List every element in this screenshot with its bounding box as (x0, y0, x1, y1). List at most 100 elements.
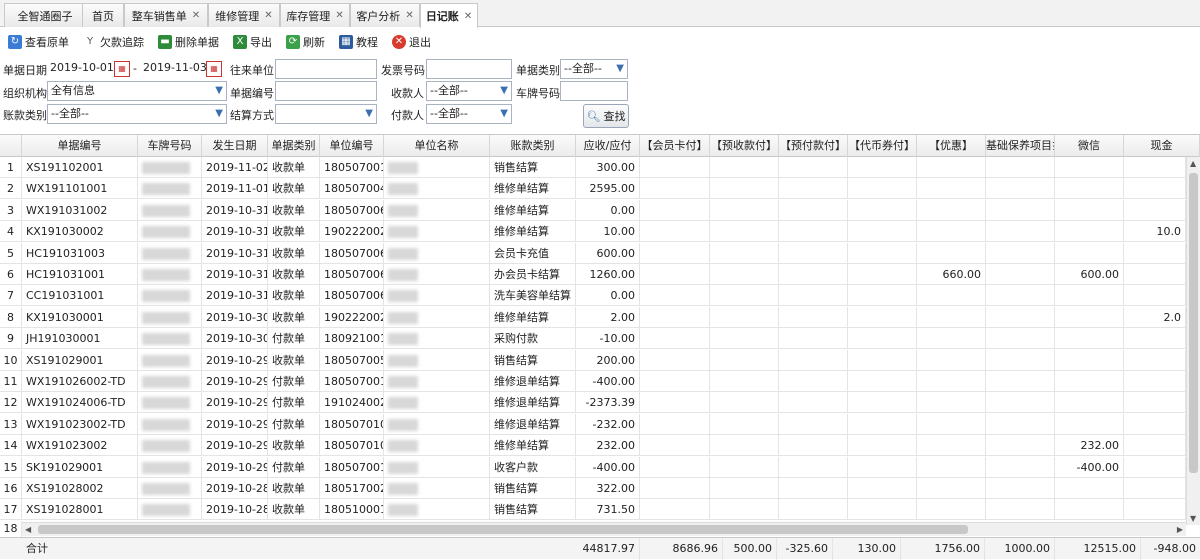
row-number: 5 (0, 242, 22, 264)
doc-number-cell: HC191031003 (22, 242, 138, 264)
scroll-down-icon[interactable]: ▼ (1190, 514, 1196, 523)
invoice-input[interactable] (426, 59, 512, 79)
account-type-cell: 销售结算 (490, 157, 576, 178)
vertical-scrollbar[interactable]: ▲ ▼ (1186, 157, 1200, 525)
redacted-text (388, 418, 418, 431)
unit-name-cell (384, 221, 490, 243)
table-row[interactable]: 5 HC191031003 2019-10-31 收款单 180507006 会员卡充值 6… (0, 242, 1186, 264)
tab-vehicle-sales[interactable]: 整车销售单 ✕ (124, 3, 208, 27)
column-header[interactable]: 单据类别 (268, 135, 320, 157)
payment-cell (640, 178, 710, 200)
table-row[interactable]: 11 WX191026002-TD 2019-10-29 付款单 180507001 维修… (0, 371, 1186, 392)
payment-cell (986, 435, 1055, 457)
column-header[interactable]: 单位名称 (384, 135, 490, 157)
table-row[interactable]: 14 WX191023002 2019-10-29 收款单 180507010 维修单结算… (0, 435, 1186, 457)
horizontal-scrollbar[interactable]: ◀ ▶ (22, 522, 1186, 536)
payer-select[interactable]: --全部-- ▼ (426, 104, 512, 124)
column-header[interactable]: 应收/应付 (576, 135, 640, 157)
unit-name-cell (384, 264, 490, 285)
close-icon[interactable]: ✕ (405, 10, 413, 21)
unit-name-cell (384, 199, 490, 221)
arrears-tracking-button[interactable]: Y 欠款追踪 (83, 34, 144, 50)
plate-cell (138, 499, 202, 521)
column-header[interactable]: 微信 (1055, 135, 1124, 157)
scroll-thumb[interactable] (1189, 173, 1198, 473)
payee-select[interactable]: --全部-- ▼ (426, 81, 512, 101)
docno-input[interactable] (275, 81, 377, 101)
payment-cell (640, 221, 710, 243)
amount-cell: 232.00 (576, 435, 640, 457)
view-original-button[interactable]: ↻ 查看原单 (8, 34, 69, 50)
payment-cell (1124, 328, 1186, 350)
close-icon[interactable]: ✕ (335, 10, 343, 21)
table-row[interactable]: 3 WX191031002 2019-10-31 收款单 180507006 维修单结算 0… (0, 199, 1186, 221)
column-header[interactable]: 账款类别 (490, 135, 576, 157)
doctype-select[interactable]: --全部-- ▼ (560, 59, 628, 79)
unit-code-cell: 180507001 (320, 157, 384, 178)
close-icon[interactable]: ✕ (464, 11, 472, 22)
tab-circle[interactable]: 全智通圈子 (4, 3, 86, 27)
acct-select[interactable]: --全部-- ▼ (47, 104, 227, 124)
refresh-button[interactable]: ⟳ 刷新 (286, 34, 325, 50)
payment-cell (779, 199, 848, 221)
exit-button[interactable]: ✕ 退出 (392, 34, 431, 50)
scroll-left-icon[interactable]: ◀ (25, 525, 31, 534)
table-row[interactable]: 8 KX191030001 2019-10-30 收款单 190222002 维修单结算 2… (0, 306, 1186, 328)
calendar-icon[interactable]: ▦ (206, 61, 222, 77)
table-row[interactable]: 17 XS191028001 2019-10-28 收款单 180510001 销售结算 7… (0, 499, 1186, 521)
tab-customer-analysis[interactable]: 客户分析 ✕ (350, 3, 420, 27)
column-header[interactable]: 【会员卡付】 (640, 135, 710, 157)
settle-select[interactable]: ▼ (275, 104, 377, 124)
column-header[interactable]: 【预收款付】 (710, 135, 779, 157)
close-icon[interactable]: ✕ (192, 10, 200, 21)
tab-journal[interactable]: 日记账 ✕ (420, 3, 478, 28)
table-row[interactable]: 6 HC191031001 2019-10-31 收款单 180507006 办会员卡结算… (0, 264, 1186, 285)
table-row[interactable]: 13 WX191023002-TD 2019-10-29 付款单 180507010 维修… (0, 413, 1186, 435)
column-header[interactable]: 【优惠】 (917, 135, 986, 157)
table-row[interactable]: 16 XS191028002 2019-10-28 收款单 180517002 销售结算 3… (0, 478, 1186, 499)
payment-cell (1124, 178, 1186, 200)
close-icon[interactable]: ✕ (264, 10, 272, 21)
unit-code-cell: 180507010 (320, 413, 384, 435)
table-row[interactable]: 10 XS191029001 2019-10-29 收款单 180507005 销售结算 2… (0, 349, 1186, 371)
column-header[interactable]: 基础保养项目扌 (986, 135, 1055, 157)
delete-document-button[interactable]: ▬ 删除单据 (158, 34, 219, 50)
table-row[interactable]: 12 WX191024006-TD 2019-10-29 付款单 191024002 维修… (0, 392, 1186, 414)
scroll-thumb[interactable] (38, 525, 968, 534)
table-row[interactable]: 9 JH191030001 2019-10-30 付款单 180921001 采购付款 -1… (0, 328, 1186, 350)
table-row[interactable]: 15 SK191029001 2019-10-29 付款单 180507001 收客户款 -… (0, 456, 1186, 478)
tutorial-button[interactable]: ▦ 教程 (339, 34, 378, 50)
column-header[interactable]: 发生日期 (202, 135, 268, 157)
payment-cell (848, 178, 917, 200)
payment-cell (1124, 456, 1186, 478)
column-header[interactable]: 现金 (1124, 135, 1200, 157)
payment-cell (779, 178, 848, 200)
tab-home[interactable]: 首页 (82, 3, 124, 27)
payment-cell (1124, 499, 1186, 521)
scroll-up-icon[interactable]: ▲ (1190, 159, 1196, 168)
partner-input[interactable] (275, 59, 377, 79)
scroll-right-icon[interactable]: ▶ (1177, 525, 1183, 534)
column-header[interactable]: 单据编号 (22, 135, 138, 157)
column-header[interactable]: 【预付款付】 (779, 135, 848, 157)
payment-cell (848, 221, 917, 243)
org-select[interactable]: 全有信息 ▼ (47, 81, 227, 101)
table-row[interactable]: 7 CC191031001 2019-10-31 收款单 180507006 洗车美容单结… (0, 285, 1186, 307)
tab-inventory[interactable]: 库存管理 ✕ (280, 3, 350, 27)
column-header[interactable]: 单位编号 (320, 135, 384, 157)
column-header[interactable]: 【代币券付】 (848, 135, 917, 157)
calendar-icon[interactable]: ▦ (114, 61, 130, 77)
table-row[interactable]: 2 WX191101001 2019-11-01 收款单 180507004 维修单结算 2… (0, 178, 1186, 200)
export-button[interactable]: X 导出 (233, 34, 272, 50)
column-header[interactable]: 车牌号码 (138, 135, 202, 157)
plate-input[interactable] (560, 81, 628, 101)
table-row[interactable]: 4 KX191030002 2019-10-31 收款单 190222002 维修单结算 1… (0, 221, 1186, 243)
table-row[interactable]: 1 XS191102001 2019-11-02 收款单 180507001 销售结算 30… (0, 157, 1186, 178)
payment-cell (986, 285, 1055, 307)
search-button[interactable]: 🔍︎ 查找 (583, 104, 629, 128)
unit-name-cell (384, 349, 490, 371)
payment-cell (640, 371, 710, 392)
tab-repair-management[interactable]: 维修管理 ✕ (208, 3, 280, 27)
row-number: 15 (0, 456, 22, 478)
payment-cell (1124, 413, 1186, 435)
